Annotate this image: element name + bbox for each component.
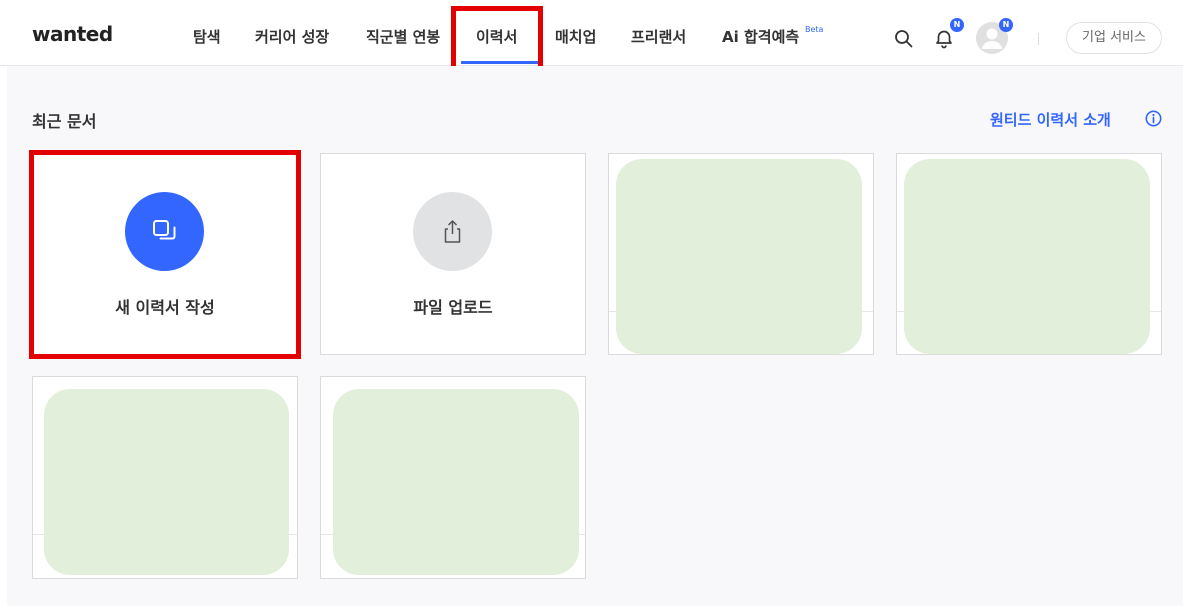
document-preview-blank bbox=[333, 389, 579, 575]
upload-icon bbox=[444, 220, 461, 243]
header-divider bbox=[1038, 33, 1039, 45]
resume-document-card[interactable] bbox=[320, 376, 586, 579]
nav-item-salary[interactable]: 직군별 연봉 bbox=[366, 26, 440, 47]
beta-badge: Beta bbox=[805, 25, 824, 34]
notification-badge: N bbox=[950, 18, 964, 32]
file-upload-label: 파일 업로드 bbox=[413, 298, 493, 317]
nav-item-explore[interactable]: 탐색 bbox=[193, 26, 221, 47]
nav-item-freelancer[interactable]: 프리랜서 bbox=[631, 26, 686, 47]
resume-document-card[interactable] bbox=[32, 376, 298, 579]
new-resume-circle bbox=[125, 192, 204, 271]
upload-circle bbox=[413, 192, 492, 271]
wanted-logo[interactable]: wanted bbox=[32, 22, 113, 46]
search-icon[interactable] bbox=[894, 29, 914, 49]
nav-item-career-growth[interactable]: 커리어 성장 bbox=[255, 26, 329, 47]
file-upload-card[interactable]: 파일 업로드 bbox=[320, 153, 586, 355]
resume-intro-link[interactable]: 원티드 이력서 소개 bbox=[990, 109, 1111, 130]
copy-icon bbox=[153, 220, 176, 240]
document-preview-blank bbox=[44, 389, 289, 575]
page: wanted 탐색 커리어 성장 직군별 연봉 이력서 매치업 프리랜서 Ai … bbox=[0, 0, 1183, 606]
nav-item-resume[interactable]: 이력서 bbox=[476, 26, 517, 47]
nav-item-matchup[interactable]: 매치업 bbox=[555, 26, 596, 47]
info-icon[interactable] bbox=[1145, 110, 1162, 127]
profile-badge: N bbox=[999, 18, 1013, 32]
top-navigation-bar: wanted 탐색 커리어 성장 직군별 연봉 이력서 매치업 프리랜서 Ai … bbox=[0, 0, 1183, 78]
document-preview-blank bbox=[904, 159, 1150, 354]
new-resume-label: 새 이력서 작성 bbox=[115, 298, 215, 317]
document-preview-blank bbox=[616, 159, 862, 354]
corporate-service-button[interactable]: 기업 서비스 bbox=[1066, 22, 1162, 54]
nav-item-ai-prediction[interactable]: Ai 합격예측 bbox=[722, 26, 799, 47]
resume-document-card[interactable] bbox=[896, 153, 1162, 355]
section-title: 최근 문서 bbox=[32, 112, 97, 131]
new-resume-card[interactable]: 새 이력서 작성 bbox=[32, 153, 298, 355]
bell-icon[interactable] bbox=[933, 28, 955, 50]
active-tab-indicator bbox=[461, 61, 538, 64]
resume-document-card[interactable] bbox=[608, 153, 874, 355]
